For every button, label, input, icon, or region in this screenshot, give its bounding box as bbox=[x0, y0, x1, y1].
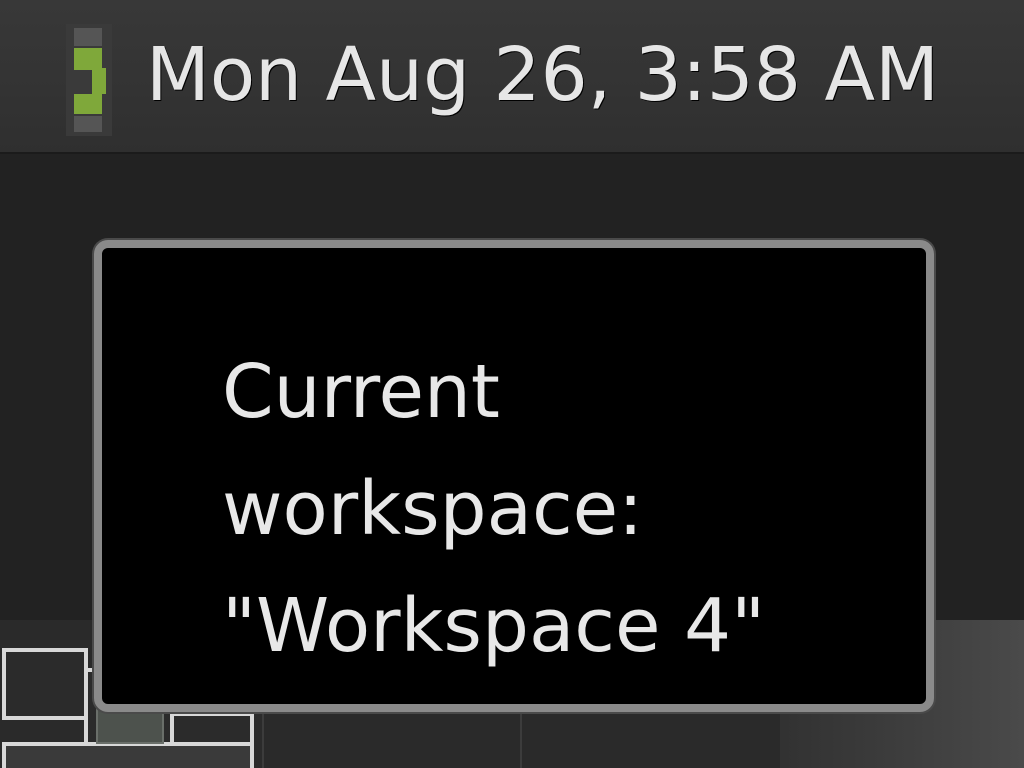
workspace-tooltip: Current workspace: "Workspace 4" bbox=[94, 240, 934, 712]
tooltip-line-3: "Workspace 4" bbox=[222, 583, 766, 669]
tooltip-line-2: workspace: bbox=[222, 466, 644, 552]
screen: Mon Aug 26, 3:58 AM Current workspace: "… bbox=[0, 0, 1024, 768]
tooltip-text: Current workspace: "Workspace 4" bbox=[222, 334, 902, 685]
top-panel: Mon Aug 26, 3:58 AM bbox=[0, 0, 1024, 154]
clock[interactable]: Mon Aug 26, 3:58 AM bbox=[146, 20, 939, 130]
workspace-applet-icon[interactable] bbox=[66, 24, 112, 136]
taskbar-slot[interactable] bbox=[520, 712, 780, 768]
workspace-cell-1[interactable] bbox=[2, 648, 88, 720]
tooltip-line-1: Current bbox=[222, 349, 500, 435]
workspace-cell-4[interactable] bbox=[2, 742, 254, 768]
taskbar-slot[interactable] bbox=[262, 712, 522, 768]
